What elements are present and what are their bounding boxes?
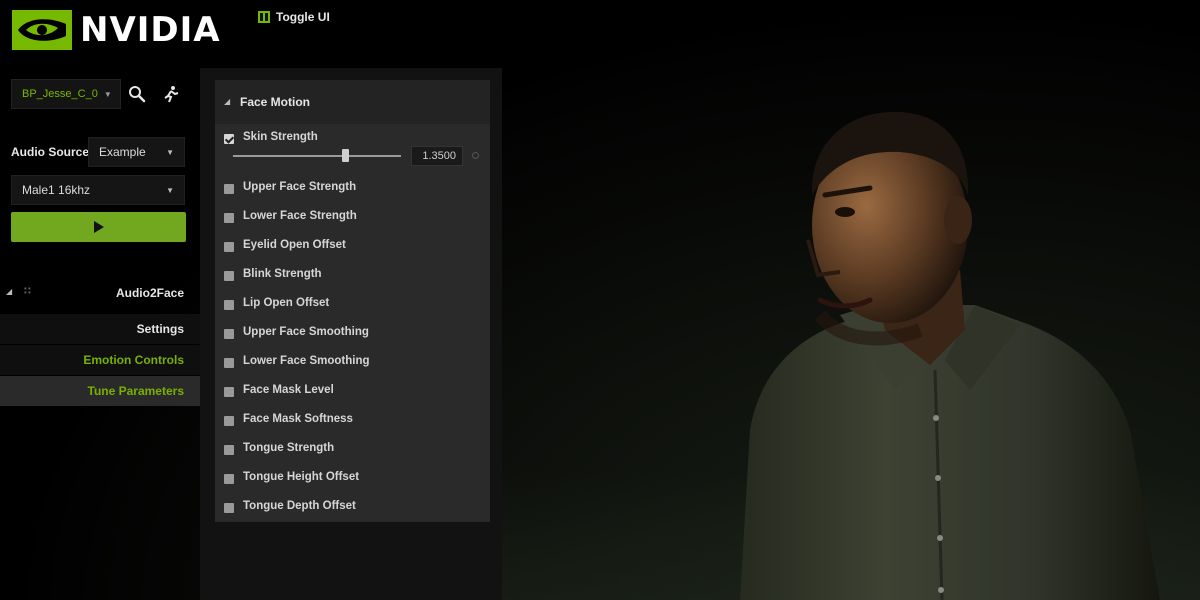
param-checkbox[interactable] <box>224 213 234 223</box>
audio-source-label: Audio Source <box>11 145 90 159</box>
param-row: Tongue Height Offset <box>215 470 490 492</box>
skin-strength-checkbox[interactable] <box>224 134 234 144</box>
audio-source-select[interactable]: Example ▼ <box>88 137 185 167</box>
nav-item-emotion-controls[interactable]: Emotion Controls <box>0 345 200 375</box>
param-row: Lower Face Smoothing <box>215 354 490 376</box>
param-checkbox[interactable] <box>224 271 234 281</box>
param-checkbox[interactable] <box>224 474 234 484</box>
param-row: Lower Face Strength <box>215 209 490 231</box>
nvidia-eye-icon <box>12 10 72 50</box>
param-checkbox[interactable] <box>224 445 234 455</box>
param-checkbox[interactable] <box>224 387 234 397</box>
toggle-ui-icon <box>258 11 270 23</box>
search-icon[interactable] <box>128 85 146 103</box>
audio2face-section-header[interactable]: ◢ ∷ Audio2Face <box>0 280 200 306</box>
nav-item-tune-parameters[interactable]: Tune Parameters <box>0 376 200 406</box>
param-checkbox[interactable] <box>224 503 234 513</box>
drag-handle-icon: ∷ <box>24 286 32 297</box>
nav-item-settings[interactable]: Settings <box>0 314 200 344</box>
slider-thumb[interactable] <box>342 149 349 162</box>
param-checkbox[interactable] <box>224 358 234 368</box>
audio2face-title: Audio2Face <box>115 286 184 300</box>
face-motion-header[interactable]: ◢ Face Motion <box>215 80 490 124</box>
play-icon <box>93 221 104 233</box>
param-label: Skin Strength <box>243 131 318 143</box>
param-label: Lip Open Offset <box>243 297 330 309</box>
audio-source-value: Example <box>99 145 146 159</box>
param-row: Face Mask Level <box>215 383 490 405</box>
param-label: Lower Face Smoothing <box>243 355 370 367</box>
character-select-value: BP_Jesse_C_0 <box>22 88 98 100</box>
running-figure-icon[interactable] <box>162 85 180 103</box>
reset-icon[interactable] <box>472 152 479 159</box>
param-row: Eyelid Open Offset <box>215 238 490 260</box>
chevron-down-icon: ▼ <box>166 147 174 157</box>
param-row: Upper Face Smoothing <box>215 325 490 347</box>
audio-clip-select[interactable]: Male1 16khz ▼ <box>11 175 185 205</box>
play-button[interactable] <box>11 212 186 242</box>
param-checkbox[interactable] <box>224 416 234 426</box>
param-label: Lower Face Strength <box>243 210 357 222</box>
param-label: Tongue Depth Offset <box>243 500 356 512</box>
param-label: Eyelid Open Offset <box>243 239 346 251</box>
param-checkbox[interactable] <box>224 242 234 252</box>
param-label: Upper Face Smoothing <box>243 326 369 338</box>
toggle-ui-label: Toggle UI <box>276 10 330 24</box>
chevron-down-icon: ▼ <box>103 89 112 99</box>
param-label: Face Mask Level <box>243 384 334 396</box>
param-label: Tongue Height Offset <box>243 471 360 483</box>
nvidia-logo: NVIDIA <box>12 10 221 50</box>
skin-strength-value-field[interactable]: 1.3500 <box>411 146 463 166</box>
param-label: Upper Face Strength <box>243 181 357 193</box>
param-row: Lip Open Offset <box>215 296 490 318</box>
skin-strength-slider[interactable] <box>233 149 401 162</box>
param-label: Blink Strength <box>243 268 322 280</box>
param-row: Face Mask Softness <box>215 412 490 434</box>
toggle-ui-button[interactable]: Toggle UI <box>258 10 330 24</box>
param-row: Blink Strength <box>215 267 490 289</box>
param-checkbox[interactable] <box>224 300 234 310</box>
collapse-triangle-icon: ◢ <box>6 287 13 296</box>
audio-clip-value: Male1 16khz <box>22 183 91 197</box>
digital-human-character <box>720 100 1190 600</box>
face-motion-title: Face Motion <box>240 95 311 109</box>
param-checkbox[interactable] <box>224 329 234 339</box>
param-row: Tongue Strength <box>215 441 490 463</box>
param-checkbox[interactable] <box>224 184 234 194</box>
param-row: Upper Face Strength <box>215 180 490 202</box>
param-label: Face Mask Softness <box>243 413 353 425</box>
collapse-triangle-icon: ◢ <box>224 97 231 106</box>
nvidia-wordmark: NVIDIA <box>80 10 221 50</box>
param-row: Tongue Depth Offset <box>215 499 490 521</box>
param-label: Tongue Strength <box>243 442 335 454</box>
chevron-down-icon: ▼ <box>166 185 174 195</box>
character-select[interactable]: BP_Jesse_C_0 ▼ <box>11 79 121 109</box>
